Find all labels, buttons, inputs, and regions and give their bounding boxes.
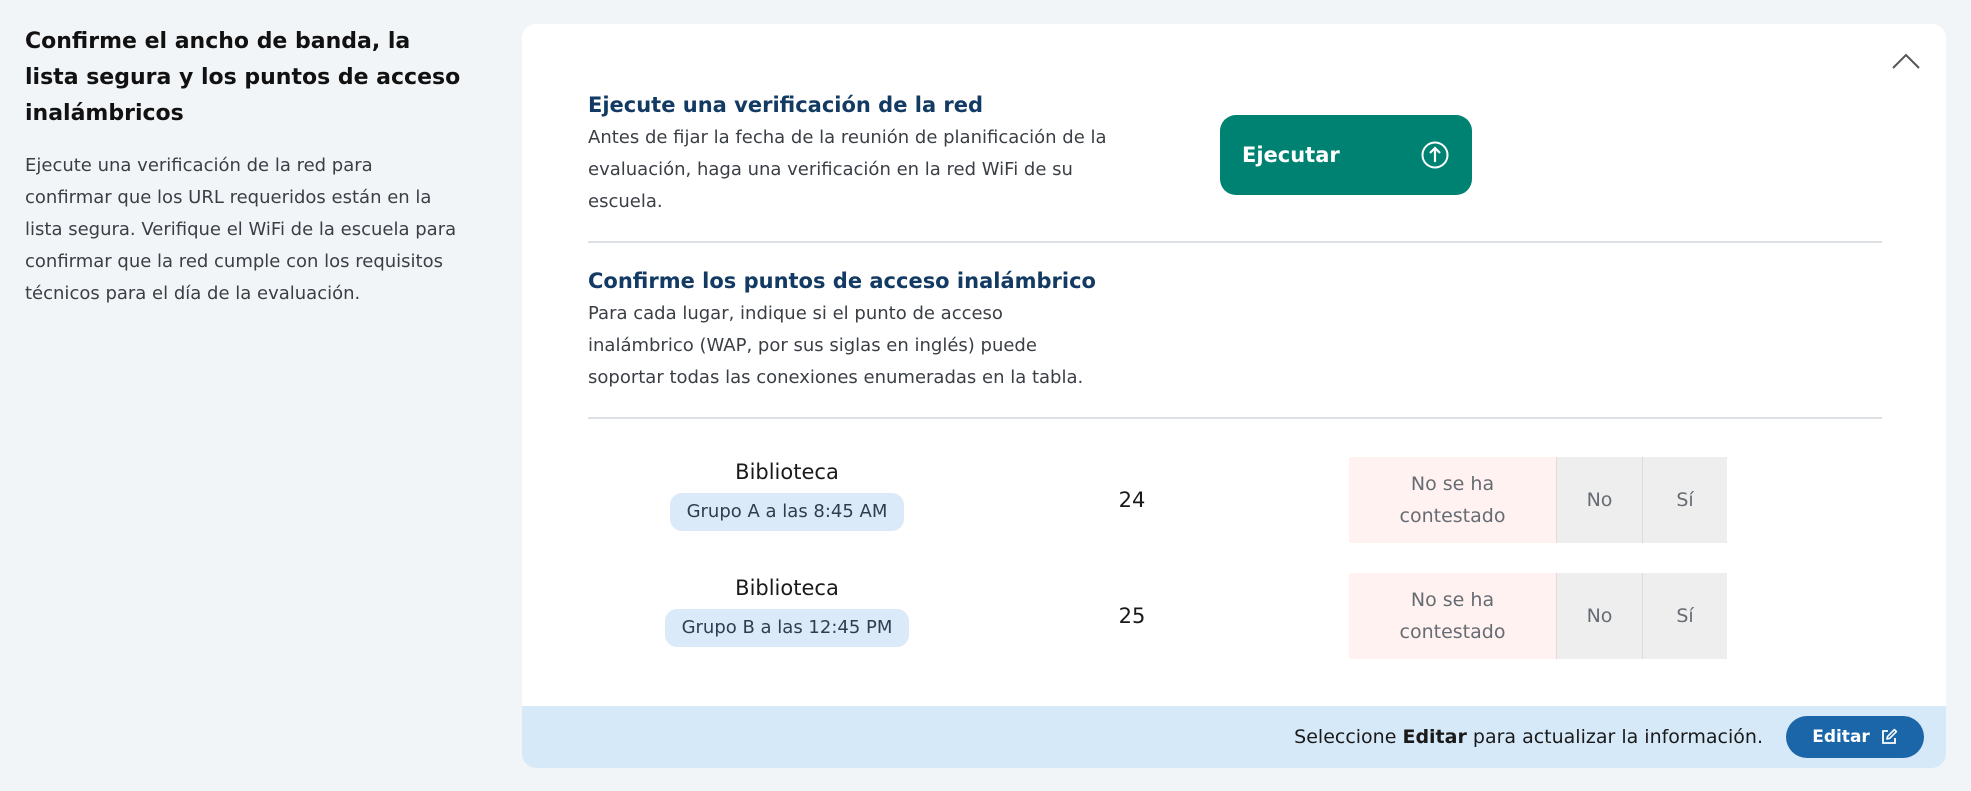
- run-button[interactable]: Ejecutar: [1220, 115, 1472, 195]
- answer-toggle-group: No se ha contestado No Sí: [1349, 457, 1727, 543]
- divider: [588, 241, 1882, 243]
- connection-count: 25: [1118, 604, 1146, 628]
- location-name: Biblioteca: [735, 576, 839, 600]
- group-badge: Grupo A a las 8:45 AM: [669, 493, 905, 531]
- run-button-label: Ejecutar: [1242, 143, 1340, 167]
- section-title: Confirme el ancho de banda, la lista seg…: [25, 29, 461, 126]
- arrow-up-circle-icon: [1421, 141, 1449, 169]
- answer-no-button[interactable]: No: [1556, 573, 1642, 659]
- edit-button-label: Editar: [1812, 727, 1870, 747]
- access-points-title: Confirme los puntos de acceso inalámbric…: [588, 269, 1096, 293]
- collapse-toggle[interactable]: [1886, 44, 1926, 78]
- footer-message: Seleccione Editar para actualizar la inf…: [1294, 726, 1763, 748]
- footer-message-emphasis: Editar: [1402, 726, 1467, 748]
- location-name: Biblioteca: [735, 460, 839, 484]
- answer-unanswered[interactable]: No se ha contestado: [1349, 573, 1556, 659]
- card-footer: Seleccione Editar para actualizar la inf…: [522, 706, 1946, 768]
- section-description: Ejecute una verificación de la red para …: [25, 155, 457, 304]
- chevron-up-icon: [1892, 53, 1920, 69]
- location-cell: Biblioteca Grupo B a las 12:45 PM: [662, 573, 912, 647]
- answer-toggle-group: No se ha contestado No Sí: [1349, 573, 1727, 659]
- edit-button[interactable]: Editar: [1786, 716, 1924, 758]
- answer-yes-button[interactable]: Sí: [1642, 573, 1727, 659]
- edit-icon: [1881, 728, 1897, 744]
- section-intro: Confirme el ancho de banda, la lista seg…: [25, 24, 465, 310]
- table-row: Biblioteca Grupo A a las 8:45 AM 24 No s…: [522, 457, 1946, 543]
- answer-yes-button[interactable]: Sí: [1642, 457, 1727, 543]
- location-cell: Biblioteca Grupo A a las 8:45 AM: [662, 457, 912, 531]
- connection-count: 24: [1118, 488, 1146, 512]
- access-points-description: Para cada lugar, indique si el punto de …: [588, 303, 1084, 388]
- network-check-description: Antes de fijar la fecha de la reunión de…: [588, 127, 1107, 212]
- divider: [588, 417, 1882, 419]
- answer-unanswered[interactable]: No se ha contestado: [1349, 457, 1556, 543]
- table-row: Biblioteca Grupo B a las 12:45 PM 25 No …: [522, 573, 1946, 659]
- access-points-section: Confirme los puntos de acceso inalámbric…: [588, 266, 1882, 394]
- network-card: Ejecute una verificación de la red Antes…: [522, 24, 1946, 768]
- group-badge: Grupo B a las 12:45 PM: [664, 609, 910, 647]
- answer-no-button[interactable]: No: [1556, 457, 1642, 543]
